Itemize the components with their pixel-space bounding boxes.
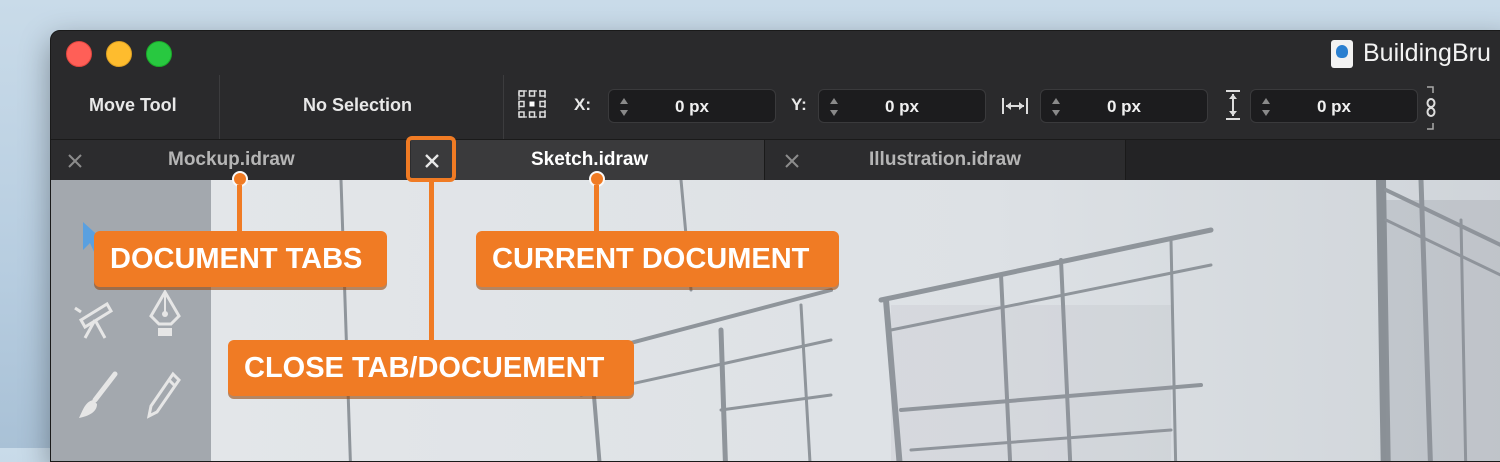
close-icon[interactable] [62,148,88,174]
pencil-icon[interactable] [143,370,183,422]
callout-connector [429,182,434,340]
tab-mockup[interactable]: Mockup.idraw [51,140,411,181]
link-icon[interactable] [1425,85,1437,131]
height-field[interactable]: 0 px [1250,89,1418,123]
title-bar: BuildingBru [51,31,1500,75]
width-value: 0 px [1106,97,1142,116]
align-grid-icon[interactable] [517,89,547,119]
callout-connector [594,185,599,231]
sketch-canvas[interactable] [211,180,1500,462]
x-value: 0 px [674,97,710,116]
maximize-window-button[interactable] [146,41,172,67]
callout-current-document: CURRENT DOCUMENT [476,231,839,287]
window-title: BuildingBru [1363,39,1491,67]
toolbar-divider [503,75,504,139]
x-field[interactable]: 0 px [608,89,776,123]
callout-document-tabs: DOCUMENT TABS [94,231,387,287]
pen-icon[interactable] [147,290,183,340]
tab-label: Illustration.idraw [869,149,1022,170]
width-arrows-icon [1002,98,1028,114]
tab-sketch[interactable]: Sketch.idraw [411,140,764,181]
brush-icon[interactable] [75,370,121,422]
close-window-button[interactable] [66,41,92,67]
window-title-group: BuildingBru [1331,39,1491,68]
toolbar-divider [219,75,220,139]
width-field[interactable]: 0 px [1040,89,1208,123]
telescope-icon[interactable] [73,298,119,340]
callout-close-tab: CLOSE TAB/DOCUEMENT [228,340,634,396]
height-arrows-icon [1226,90,1240,120]
document-icon [1331,39,1353,68]
x-label: X: [574,95,591,114]
close-tab-highlight [406,136,456,182]
close-icon[interactable] [779,148,805,174]
tab-illustration[interactable]: Illustration.idraw [764,140,1126,181]
height-value: 0 px [1316,97,1352,116]
tab-label: Mockup.idraw [168,149,295,170]
y-field[interactable]: 0 px [818,89,986,123]
y-label: Y: [791,95,807,114]
callout-connector [237,185,242,231]
document-tab-bar: Mockup.idraw Sketch.idraw Illustration.i… [51,139,1500,181]
y-value: 0 px [884,97,920,116]
tab-label: Sketch.idraw [531,149,649,170]
minimize-window-button[interactable] [106,41,132,67]
workspace [51,180,1500,462]
toolbar: Move Tool No Selection X: 0 px Y: 0 px 0… [51,75,1500,139]
selection-label: No Selection [303,95,413,115]
current-tool-label: Move Tool [89,95,177,115]
tool-panel [51,180,211,461]
